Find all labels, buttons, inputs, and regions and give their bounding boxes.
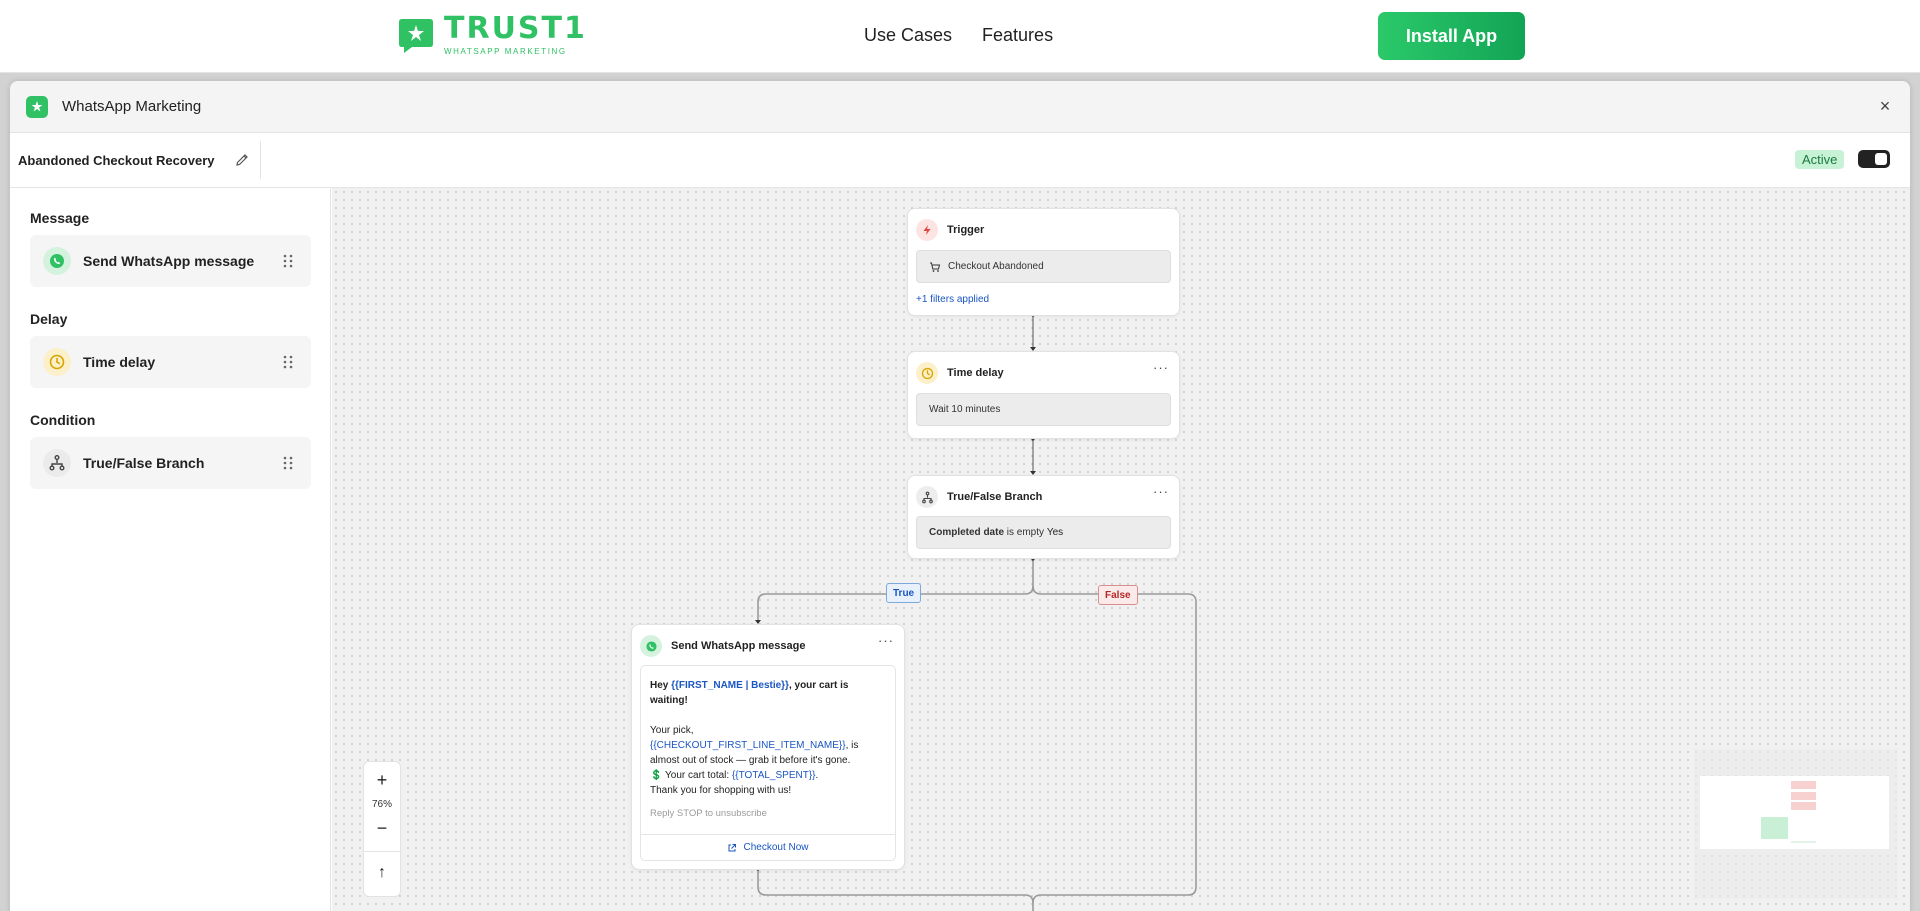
checkout-now-button[interactable]: Checkout Now [641, 834, 895, 860]
palette-item-time-delay[interactable]: Time delay [30, 336, 311, 388]
condition-value: Yes [1046, 527, 1064, 538]
palette-item-label: Time delay [83, 354, 156, 370]
more-options-icon[interactable]: ··· [1153, 360, 1169, 375]
thanks-line: Thank you for shopping with us! [650, 785, 792, 796]
trigger-node[interactable]: Trigger Checkout Abandoned +1 filters ap… [907, 208, 1180, 316]
flow-name: Abandoned Checkout Recovery [18, 153, 215, 168]
flow-header: Abandoned Checkout Recovery Active [10, 133, 1910, 188]
filters-link[interactable]: +1 filters applied [916, 294, 989, 305]
message-node[interactable]: Send WhatsApp message ··· Hey {{FIRST_NA… [631, 624, 905, 870]
node-palette: Message Send WhatsApp message Delay Time… [10, 188, 331, 911]
install-app-button[interactable]: Install App [1378, 12, 1525, 60]
close-icon[interactable]: × [1874, 95, 1896, 117]
header-divider [260, 141, 261, 179]
brand-name: TRUST1 [444, 11, 587, 46]
trigger-event[interactable]: Checkout Abandoned [916, 250, 1171, 283]
pick-prefix: Your pick, [650, 725, 694, 736]
cart-icon [930, 262, 941, 272]
external-link-icon [728, 843, 737, 851]
whatsapp-icon [43, 247, 71, 275]
clock-icon [43, 348, 71, 376]
message-footer: Reply STOP to unsubscribe [650, 808, 767, 819]
drag-handle-icon[interactable] [283, 254, 293, 268]
branch-node[interactable]: True/False Branch ··· Completed date is … [907, 475, 1180, 559]
total-suffix: . [815, 770, 819, 781]
palette-heading-delay: Delay [30, 311, 68, 327]
trigger-event-label: Checkout Abandoned [948, 261, 1044, 272]
minimap-node [1761, 817, 1788, 839]
brand-logo[interactable]: TRUST1 WHATSAPP MARKETING [396, 14, 587, 56]
palette-heading-message: Message [30, 210, 90, 226]
message-body: Hey {{FIRST_NAME | Bestie}}, your cart i… [650, 678, 880, 798]
palette-item-send-whatsapp[interactable]: Send WhatsApp message [30, 235, 311, 287]
drag-handle-icon[interactable] [283, 456, 293, 470]
branch-true-label: True [886, 583, 922, 603]
clock-icon [916, 362, 938, 384]
dollar-icon: 💲 [650, 770, 663, 781]
var-total-spent: {{TOTAL_SPENT}} [731, 770, 816, 781]
more-options-icon[interactable]: ··· [1153, 484, 1169, 499]
edit-pencil-icon[interactable] [234, 152, 250, 168]
nav-link-features[interactable]: Features [982, 25, 1053, 46]
minimap-node [1791, 781, 1816, 789]
brand-mark-icon [396, 15, 436, 55]
node-title: Time delay [947, 367, 1004, 379]
app-logo-icon [26, 96, 48, 118]
flow-canvas[interactable]: Trigger Checkout Abandoned +1 filters ap… [332, 188, 1910, 911]
palette-item-branch[interactable]: True/False Branch [30, 437, 311, 489]
zoom-controls: + 76% − ↑ [363, 761, 401, 897]
node-title: Trigger [947, 224, 985, 236]
total-prefix: Your cart total: [662, 770, 732, 781]
message-preview[interactable]: Hey {{FIRST_NAME | Bestie}}, your cart i… [640, 665, 896, 861]
zoom-level: 76% [371, 799, 392, 810]
delay-value[interactable]: Wait 10 minutes [916, 393, 1171, 426]
lightning-icon [916, 219, 938, 241]
delay-node[interactable]: Time delay ··· Wait 10 minutes [907, 351, 1180, 439]
zoom-out-button[interactable]: − [364, 816, 400, 840]
site-header: TRUST1 WHATSAPP MARKETING Use Cases Feat… [0, 0, 1920, 73]
nav-link-use-cases[interactable]: Use Cases [864, 25, 952, 46]
node-title: True/False Branch [947, 491, 1043, 503]
condition-operator: is empty [1004, 527, 1047, 538]
app-window: WhatsApp Marketing × Abandoned Checkout … [10, 81, 1910, 911]
zoom-in-button[interactable]: + [364, 768, 400, 792]
branch-false-label: False [1098, 585, 1138, 605]
greeting-prefix: Hey [650, 680, 672, 691]
drag-handle-icon[interactable] [283, 355, 293, 369]
minimap[interactable] [1694, 749, 1897, 899]
condition-field: Completed date [929, 527, 1005, 538]
toggle-knob [1875, 153, 1887, 165]
site-nav-links: Use Cases Features [864, 25, 1053, 46]
brand-tagline: WHATSAPP MARKETING [444, 47, 567, 56]
active-toggle[interactable] [1858, 150, 1890, 168]
status-badge: Active [1795, 150, 1845, 169]
var-line-item: {{CHECKOUT_FIRST_LINE_ITEM_NAME}} [650, 740, 846, 751]
branch-condition[interactable]: Completed date is empty Yes [916, 516, 1171, 549]
cta-label: Checkout Now [743, 842, 809, 853]
branch-icon [43, 449, 71, 477]
fit-view-button[interactable]: ↑ [364, 861, 400, 885]
var-first-name: {{FIRST_NAME | Bestie}} [671, 680, 789, 691]
palette-item-label: Send WhatsApp message [83, 253, 255, 269]
zoom-divider [364, 851, 400, 852]
minimap-node [1791, 841, 1816, 843]
app-titlebar: WhatsApp Marketing × [10, 81, 1910, 133]
palette-heading-condition: Condition [30, 412, 96, 428]
minimap-node [1791, 792, 1816, 800]
node-title: Send WhatsApp message [671, 640, 806, 652]
more-options-icon[interactable]: ··· [878, 633, 894, 648]
app-title: WhatsApp Marketing [62, 98, 202, 115]
branch-icon [916, 486, 938, 508]
palette-item-label: True/False Branch [83, 455, 205, 471]
minimap-node [1791, 802, 1816, 810]
whatsapp-icon [640, 635, 662, 657]
